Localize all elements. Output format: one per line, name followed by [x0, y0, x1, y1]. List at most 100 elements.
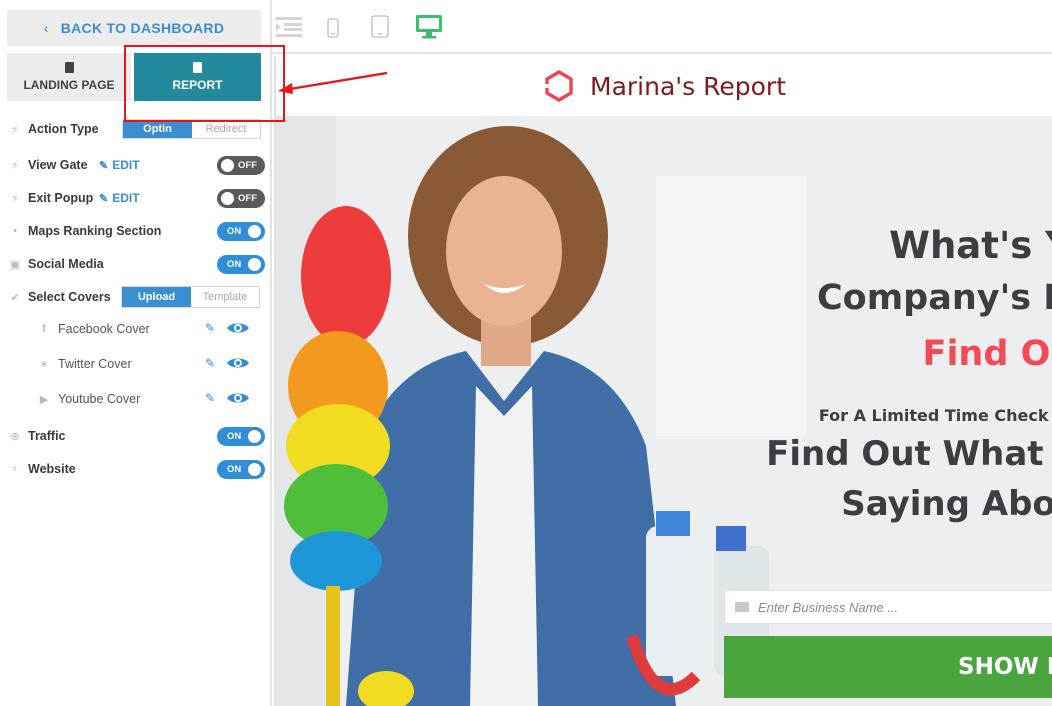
- show-results-button[interactable]: SHOW M: [724, 636, 1052, 698]
- headline-line-5: Saying Abou: [841, 484, 1052, 524]
- document-icon: [64, 62, 74, 73]
- twitter-icon: ✶: [39, 359, 49, 371]
- outline-icon[interactable]: [276, 16, 302, 38]
- annotation-arrow-icon: [278, 71, 388, 94]
- action-type-segmented: Optin Redirect: [122, 119, 261, 139]
- brand-title: Marina's Report: [590, 71, 786, 101]
- cover-label: Twitter Cover: [58, 357, 132, 371]
- hexagon-logo-icon: [544, 70, 573, 102]
- headline-line-2: Company's Re: [816, 278, 1052, 318]
- setting-view-gate: ⚡︎ View Gate ✎ EDIT OFF: [0, 152, 272, 178]
- traffic-label: Traffic: [28, 429, 66, 443]
- briefcase-icon: [735, 602, 749, 612]
- toggle-knob: [248, 257, 261, 271]
- traffic-toggle[interactable]: ON: [217, 426, 265, 446]
- setting-select-covers: ✔ Select Covers Upload Template: [0, 284, 272, 310]
- maps-ranking-label: Maps Ranking Section: [28, 224, 162, 238]
- toggle-knob: [221, 158, 234, 172]
- cover-label: Youtube Cover: [58, 392, 141, 406]
- eye-icon[interactable]: [226, 356, 250, 370]
- image-icon: ▣: [9, 258, 21, 271]
- exit-popup-toggle[interactable]: OFF: [217, 188, 265, 208]
- select-covers-label: Select Covers: [28, 290, 111, 304]
- select-covers-upload-option[interactable]: Upload: [122, 287, 191, 307]
- business-name-input[interactable]: [758, 599, 1052, 615]
- social-media-toggle-state: ON: [227, 258, 242, 270]
- app-root: ‹ BACK TO DASHBOARD LANDING PAGE REPORT …: [0, 0, 1052, 706]
- setting-action-type: ⚡︎ Action Type Optin Redirect: [0, 116, 272, 142]
- exit-popup-edit-label: EDIT: [112, 191, 140, 205]
- tablet-icon[interactable]: [371, 15, 389, 38]
- setting-maps-ranking: • Maps Ranking Section ON: [0, 218, 272, 244]
- setting-social-media: ▣ Social Media ON: [0, 251, 272, 277]
- action-type-optin-option[interactable]: Optin: [123, 120, 192, 138]
- view-gate-label: View Gate: [28, 158, 88, 172]
- view-gate-edit-label: EDIT: [112, 158, 140, 172]
- headline-subline: For A Limited Time Check I: [818, 406, 1052, 425]
- select-covers-segmented: Upload Template: [121, 286, 260, 308]
- tab-landing-page-label: LANDING PAGE: [23, 78, 115, 92]
- phone-icon[interactable]: [327, 18, 339, 38]
- social-media-toggle[interactable]: ON: [217, 254, 265, 274]
- facebook-icon: f: [42, 323, 46, 335]
- exit-popup-toggle-state: OFF: [238, 192, 257, 204]
- edit-icon[interactable]: ✎: [205, 391, 215, 405]
- eye-icon[interactable]: [226, 321, 250, 335]
- select-covers-template-option[interactable]: Template: [191, 287, 259, 307]
- view-gate-edit-link[interactable]: ✎ EDIT: [99, 158, 140, 172]
- toggle-knob: [248, 462, 261, 476]
- cover-item-facebook: f Facebook Cover ✎: [0, 318, 272, 342]
- edit-icon[interactable]: ✎: [205, 356, 215, 370]
- action-type-redirect-option[interactable]: Redirect: [192, 120, 260, 138]
- cover-label: Facebook Cover: [58, 322, 150, 336]
- headline-line-3: Find Out: [922, 334, 1052, 374]
- website-toggle[interactable]: ON: [217, 459, 265, 479]
- business-name-field[interactable]: [724, 590, 1052, 624]
- toggle-knob: [248, 224, 261, 238]
- device-toolbar: [272, 0, 1052, 54]
- desktop-icon[interactable]: [415, 14, 443, 39]
- settings-sidebar: ‹ BACK TO DASHBOARD LANDING PAGE REPORT …: [0, 0, 272, 706]
- setting-website: ‹ Website ON: [0, 456, 272, 482]
- cover-item-youtube: ▶ Youtube Cover ✎: [0, 388, 272, 412]
- pencil-icon: ✎: [99, 193, 109, 205]
- exit-popup-edit-link[interactable]: ✎ EDIT: [99, 191, 140, 205]
- tab-landing-page[interactable]: LANDING PAGE: [7, 53, 131, 101]
- tab-report-label: REPORT: [172, 78, 223, 92]
- bolt-icon: ⚡︎: [11, 159, 19, 172]
- website-label: Website: [28, 462, 76, 476]
- toggle-knob: [221, 191, 234, 205]
- view-gate-toggle[interactable]: OFF: [217, 155, 265, 175]
- tab-report[interactable]: REPORT: [134, 53, 261, 101]
- bolt-icon: ⚡︎: [11, 192, 19, 205]
- share-icon: ‹: [13, 463, 17, 475]
- website-toggle-state: ON: [227, 463, 242, 475]
- map-pin-icon: •: [13, 225, 17, 237]
- back-to-dashboard-button[interactable]: ‹ BACK TO DASHBOARD: [7, 10, 261, 46]
- headline-line-4: Find Out What Y: [766, 434, 1052, 474]
- back-to-dashboard-label: BACK TO DASHBOARD: [60, 20, 225, 36]
- setting-traffic: ⊕ Traffic ON: [0, 423, 272, 449]
- setting-exit-popup: ⚡︎ Exit Popup ✎ EDIT OFF: [0, 185, 272, 211]
- bolt-icon: ⚡︎: [11, 123, 19, 136]
- pencil-icon: ✎: [99, 160, 109, 172]
- page-preview: Marina's Report What's Company's Find O …: [274, 56, 1052, 706]
- eye-icon[interactable]: [226, 391, 250, 405]
- view-gate-toggle-state: OFF: [238, 159, 257, 171]
- maps-ranking-toggle-state: ON: [227, 225, 242, 237]
- headline-line-1: What's Yo: [889, 224, 1052, 267]
- chevron-left-icon: ‹: [43, 20, 49, 36]
- maps-ranking-toggle[interactable]: ON: [217, 221, 265, 241]
- social-media-label: Social Media: [28, 257, 104, 271]
- crosshair-icon: ⊕: [10, 430, 20, 443]
- traffic-toggle-state: ON: [227, 430, 242, 442]
- exit-popup-label: Exit Popup: [28, 191, 94, 205]
- document-icon: [193, 62, 202, 73]
- cover-item-twitter: ✶ Twitter Cover ✎: [0, 353, 272, 377]
- edit-icon[interactable]: ✎: [205, 321, 215, 335]
- check-icon: ✔: [10, 291, 20, 304]
- youtube-icon: ▶: [39, 394, 49, 406]
- action-type-label: Action Type: [28, 122, 99, 136]
- preview-header: Marina's Report: [276, 56, 1052, 116]
- toggle-knob: [248, 429, 261, 443]
